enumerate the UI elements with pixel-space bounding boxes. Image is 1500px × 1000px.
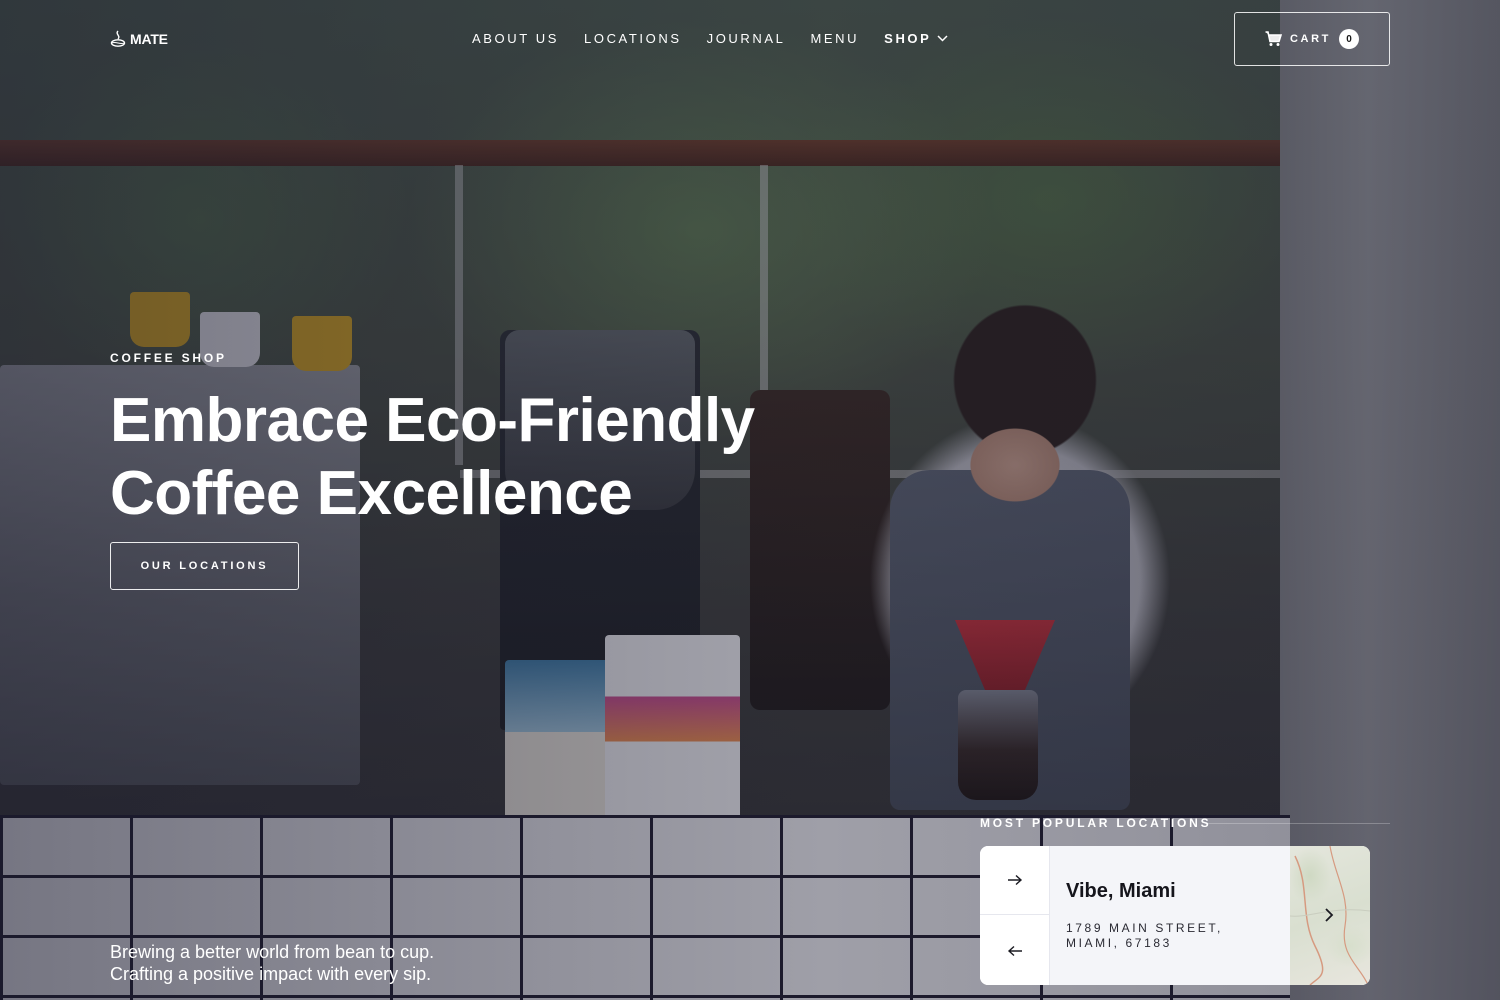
site-logo[interactable]: MATE: [110, 30, 168, 48]
address-line-2: MIAMI, 67183: [1066, 936, 1172, 950]
chevron-down-icon: [937, 35, 948, 42]
cart-button[interactable]: CART 0: [1234, 12, 1390, 66]
location-card[interactable]: Vibe, Miami 1789 MAIN STREET, MIAMI, 671…: [980, 846, 1370, 985]
arrow-right-icon: [1008, 874, 1023, 886]
hero-tagline: Brewing a better world from bean to cup.…: [110, 941, 434, 985]
nav-item-shop-label: SHOP: [884, 31, 932, 46]
next-location-button[interactable]: [980, 846, 1050, 915]
nav-item-about-us[interactable]: ABOUT US: [472, 31, 559, 46]
nav-item-locations[interactable]: LOCATIONS: [584, 31, 682, 46]
carousel-controls: [980, 846, 1050, 985]
cart-label: CART: [1290, 33, 1331, 45]
location-map-thumbnail[interactable]: [1290, 846, 1370, 985]
address-line-1: 1789 MAIN STREET,: [1066, 921, 1223, 935]
hero-eyebrow: COFFEE SHOP: [110, 351, 227, 365]
cart-icon: [1265, 31, 1283, 46]
arrow-left-icon: [1007, 945, 1022, 956]
nav-item-shop[interactable]: SHOP: [884, 31, 948, 46]
nav-item-menu[interactable]: MENU: [810, 31, 859, 46]
tagline-line-2: Crafting a positive impact with every si…: [110, 964, 432, 984]
location-address: 1789 MAIN STREET, MIAMI, 67183: [1066, 921, 1266, 951]
tagline-line-1: Brewing a better world from bean to cup.: [110, 942, 435, 962]
our-locations-button[interactable]: OUR LOCATIONS: [110, 542, 299, 590]
cart-count-badge: 0: [1338, 29, 1359, 49]
heading-divider: [1205, 823, 1390, 824]
chevron-right-icon: [1325, 908, 1334, 922]
hero-headline-line-1: Embrace Eco-Friendly: [110, 386, 755, 455]
logo-text: MATE: [130, 31, 168, 47]
previous-location-button[interactable]: [980, 916, 1050, 985]
hero-headline: Embrace Eco-Friendly Coffee Excellence: [110, 384, 870, 530]
nav-item-journal[interactable]: JOURNAL: [707, 31, 786, 46]
main-nav: ABOUT US LOCATIONS JOURNAL MENU SHOP: [472, 31, 948, 46]
hero-headline-line-2: Coffee Excellence: [110, 459, 633, 528]
location-name: Vibe, Miami: [1066, 880, 1176, 902]
site-header: MATE ABOUT US LOCATIONS JOURNAL MENU SHO…: [0, 0, 1500, 80]
coffee-bean-logo-icon: [110, 30, 126, 47]
